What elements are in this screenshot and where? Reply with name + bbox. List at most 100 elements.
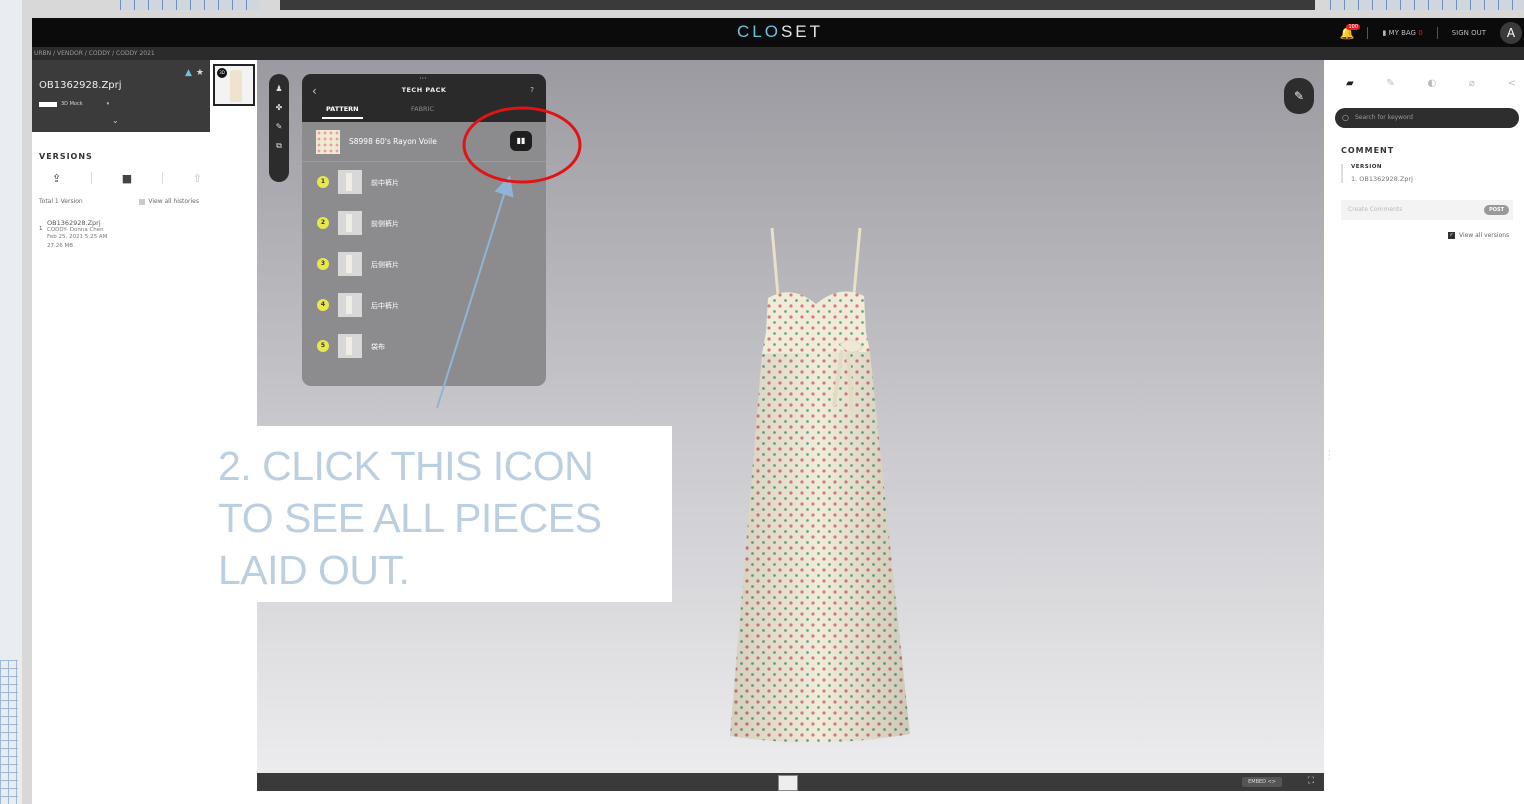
tab-fabric[interactable]: FABRIC bbox=[411, 105, 434, 113]
checkbox-checked-icon[interactable]: ✓ bbox=[1448, 232, 1455, 239]
versions-title: VERSIONS bbox=[39, 152, 93, 161]
drag-handle-icon[interactable]: ··· bbox=[419, 74, 427, 83]
techpack-tool-icon[interactable]: ⧉ bbox=[276, 141, 282, 151]
piece-thumbnail bbox=[338, 170, 362, 194]
pattern-piece-item[interactable]: 3 后侧裤片 bbox=[302, 244, 546, 285]
create-comment-input[interactable]: Create Comments POST bbox=[1341, 200, 1513, 220]
top-right-controls: 🔔 100 ▮ MY BAG 0 SIGN OUT A bbox=[1339, 18, 1524, 47]
checkbox[interactable] bbox=[139, 198, 146, 205]
version-date: Feb 25, 2021 5:25 AM bbox=[47, 234, 108, 240]
avatar-tool-icon[interactable]: ♟ bbox=[275, 84, 282, 93]
embed-button[interactable]: EMBED <> bbox=[1242, 777, 1282, 787]
desktop-background-left bbox=[0, 0, 22, 804]
pattern-piece-item[interactable]: 2 前侧裤片 bbox=[302, 203, 546, 244]
fabric-swatch bbox=[316, 130, 340, 154]
divider bbox=[1436, 26, 1438, 39]
bag-count: 0 bbox=[1418, 28, 1423, 37]
notification-count-badge: 100 bbox=[1346, 23, 1360, 30]
garment-tool-icon[interactable]: ✤ bbox=[276, 103, 283, 112]
notification-bell-icon[interactable]: 🔔 100 bbox=[1339, 23, 1360, 40]
mode-label: 3D Mock bbox=[61, 101, 83, 107]
view-all-versions-label: View all versions bbox=[1459, 232, 1510, 239]
piece-name: 后侧裤片 bbox=[371, 261, 399, 269]
version-author: CODDY- Donna Chen bbox=[47, 227, 104, 233]
comment-placeholder: Create Comments bbox=[1348, 206, 1403, 213]
piece-name: 前中裤片 bbox=[371, 179, 399, 187]
pattern-piece-item[interactable]: 4 后中裤片 bbox=[302, 285, 546, 326]
fullscreen-icon[interactable]: ⛶ bbox=[1308, 776, 1314, 786]
edit-tab-icon[interactable]: ✎ bbox=[1386, 78, 1394, 89]
closet-logo[interactable]: CLOSET bbox=[737, 22, 823, 42]
instruction-callout: 2. CLICK THIS ICON TO SEE ALL PIECES LAI… bbox=[204, 426, 672, 602]
caret-down-icon: ▾ bbox=[106, 101, 110, 107]
piece-number: 2 bbox=[317, 217, 329, 229]
view-all-histories-toggle[interactable]: View all histories bbox=[139, 198, 199, 205]
edit-pen-icon: ✎ bbox=[1293, 89, 1305, 103]
star-icon[interactable]: ★ bbox=[196, 68, 204, 78]
piece-number: 3 bbox=[317, 258, 329, 270]
my-bag-link[interactable]: ▮ MY BAG 0 bbox=[1382, 29, 1422, 37]
post-button[interactable]: POST bbox=[1484, 205, 1509, 215]
chevron-down-icon[interactable]: ⌄ bbox=[112, 116, 119, 125]
file-header: ▲ ★ OB1362928.Zprj 3D Mock ▾ ⌄ bbox=[32, 60, 210, 132]
dress-illustration bbox=[730, 227, 910, 743]
version-value: 1. OB1362928.Zprj bbox=[1351, 175, 1413, 183]
total-versions: Total 1 Version bbox=[39, 198, 83, 205]
desktop-background-top bbox=[280, 0, 1315, 10]
piece-number: 1 bbox=[317, 176, 329, 188]
breadcrumb[interactable]: URBN / VENDOR / CODDY / CODDY 2021 bbox=[32, 47, 1524, 60]
pattern-piece-item[interactable]: 5 袋布 bbox=[302, 326, 546, 367]
desktop-background-top bbox=[120, 0, 260, 10]
mode-dropdown[interactable]: 3D Mock ▾ bbox=[39, 101, 109, 107]
comment-panel: ▰ ✎ ◐ ⌀ < ○ Search for keyword COMMENT V… bbox=[1324, 60, 1524, 804]
comment-tab-icon[interactable]: ▰ bbox=[1346, 78, 1354, 89]
piece-thumbnail bbox=[338, 211, 362, 235]
piece-number: 5 bbox=[317, 340, 329, 352]
sign-out-link[interactable]: SIGN OUT bbox=[1452, 29, 1486, 37]
annotate-button[interactable]: ✎ bbox=[1284, 78, 1314, 114]
desktop-background-top bbox=[1330, 0, 1524, 10]
file-name: OB1362928.Zprj bbox=[39, 80, 122, 91]
version-number: 1 bbox=[39, 226, 43, 232]
desktop-pattern bbox=[0, 660, 18, 804]
versions-panel: ▲ ★ OB1362928.Zprj 3D Mock ▾ ⌄ VERSIONS … bbox=[32, 60, 210, 804]
tech-pack-panel: ‹ ··· TECH PACK ? PATTERN FABRIC S8998 6… bbox=[302, 74, 546, 386]
attach-tab-icon[interactable]: ⌀ bbox=[1469, 78, 1475, 89]
fabric-row[interactable]: S8998 60's Rayon Voile ▮▮ bbox=[302, 122, 546, 162]
piece-name: 袋布 bbox=[371, 343, 385, 351]
compare-icon[interactable]: ⇧ bbox=[193, 172, 202, 185]
instruction-line: 2. CLICK THIS ICON bbox=[218, 443, 594, 489]
version-info: OB1362928.Zprj CODDY- Donna Chen Feb 25,… bbox=[47, 220, 107, 250]
version-reference: VERSION 1. OB1362928.Zprj bbox=[1341, 164, 1413, 183]
colorway-thumbnail[interactable] bbox=[778, 775, 798, 791]
panel-resize-handle[interactable]: · · · bbox=[1328, 448, 1331, 464]
show-all-pieces-button[interactable]: ▮▮ bbox=[510, 131, 532, 151]
piece-thumbnail bbox=[338, 334, 362, 358]
version-toolbar: ⇪ ■ ⇧ bbox=[52, 172, 202, 185]
pattern-piece-item[interactable]: 1 前中裤片 bbox=[302, 162, 546, 203]
piece-thumbnail bbox=[338, 252, 362, 276]
colorway-tab-icon[interactable]: ◐ bbox=[1427, 78, 1436, 89]
piece-name: 前侧裤片 bbox=[371, 220, 399, 228]
user-avatar[interactable]: A bbox=[1500, 21, 1522, 44]
pen-tool-icon[interactable]: ✎ bbox=[276, 122, 283, 131]
tech-pack-header: ‹ ··· TECH PACK ? PATTERN FABRIC bbox=[302, 74, 546, 122]
pattern-pieces-icon: ▮▮ bbox=[516, 136, 526, 145]
garment-thumbnail[interactable]: 3D bbox=[213, 64, 255, 106]
viewer-tool-rail: ♟ ✤ ✎ ⧉ bbox=[269, 74, 289, 182]
thumbnail-dress-image bbox=[230, 70, 242, 102]
share-icon[interactable]: < bbox=[1508, 78, 1516, 89]
pin-icon[interactable]: ▲ bbox=[185, 68, 192, 78]
keyword-search-input[interactable]: ○ Search for keyword bbox=[1335, 108, 1519, 128]
video-camera-icon[interactable]: ■ bbox=[122, 172, 132, 185]
help-button[interactable]: ? bbox=[530, 86, 534, 94]
version-file-name: OB1362928.Zprj bbox=[47, 219, 101, 227]
tab-pattern[interactable]: PATTERN bbox=[322, 105, 363, 119]
view-all-versions-toggle[interactable]: ✓ View all versions bbox=[1448, 232, 1509, 239]
search-placeholder: Search for keyword bbox=[1355, 114, 1413, 121]
closet-app-window: CLOSET 🔔 100 ▮ MY BAG 0 SIGN OUT A URBN /… bbox=[32, 18, 1524, 804]
3d-garment-dress[interactable] bbox=[722, 226, 922, 750]
upload-icon[interactable]: ⇪ bbox=[52, 172, 61, 185]
version-size: 27.26 MB bbox=[47, 243, 74, 249]
instruction-text: 2. CLICK THIS ICON TO SEE ALL PIECES LAI… bbox=[218, 440, 602, 596]
